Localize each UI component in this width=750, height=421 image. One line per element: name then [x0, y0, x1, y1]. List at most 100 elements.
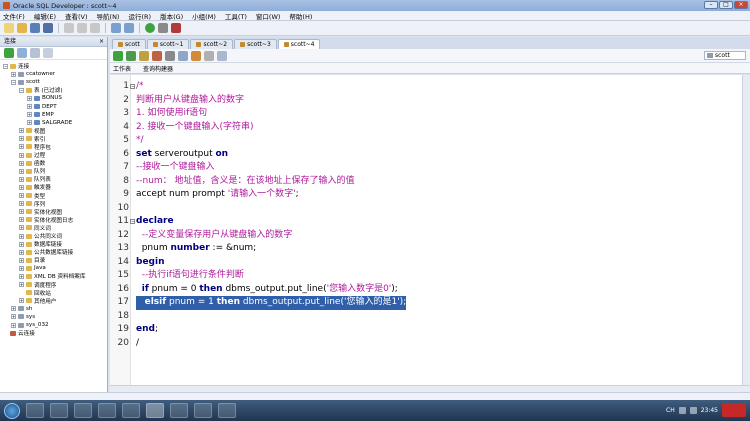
expand-toggle-icon[interactable]: − [11, 79, 16, 85]
expand-toggle-icon[interactable]: + [19, 225, 24, 231]
horizontal-scrollbar[interactable] [110, 385, 750, 392]
menu-item[interactable]: 文件(F) [3, 11, 25, 21]
expand-toggle-icon[interactable]: + [11, 314, 16, 320]
tree-node[interactable]: + 公共数据库链接 [0, 248, 107, 256]
new-file-icon[interactable] [4, 23, 14, 33]
menu-item[interactable]: 导航(N) [97, 11, 120, 21]
expand-toggle-icon[interactable]: + [11, 322, 16, 328]
paste-icon[interactable] [90, 23, 100, 33]
menu-item[interactable]: 小组(M) [192, 11, 216, 21]
tree-node[interactable]: + 同义词 [0, 224, 107, 232]
tree-node[interactable]: 回收站 [0, 289, 107, 297]
commit-icon[interactable] [139, 50, 149, 61]
expand-toggle-icon[interactable]: + [19, 209, 24, 215]
clock[interactable]: 23:45 [701, 407, 718, 414]
tree-node[interactable]: + 索引 [0, 135, 107, 143]
expand-toggle-icon[interactable]: + [11, 71, 16, 77]
refresh-icon[interactable] [17, 48, 27, 58]
vertical-scrollbar[interactable] [742, 75, 750, 385]
taskbar-app-recorder[interactable] [194, 403, 212, 418]
document-tab[interactable]: scott~2 [190, 39, 234, 49]
sql-tuning-icon[interactable] [191, 50, 201, 61]
fold-toggle-icon[interactable]: − [130, 219, 135, 224]
ime-indicator[interactable]: CH [666, 407, 675, 414]
schema-browser-icon[interactable] [43, 48, 53, 58]
tree-node[interactable]: + 调度程序 [0, 281, 107, 289]
menu-item[interactable]: 编辑(E) [34, 11, 56, 21]
menu-item[interactable]: 工具(T) [225, 11, 247, 21]
explain-plan-icon[interactable] [178, 50, 188, 61]
document-tab[interactable]: scott [112, 39, 146, 49]
expand-toggle-icon[interactable]: − [19, 87, 24, 93]
tree-node[interactable]: + EMP [0, 111, 107, 119]
menu-item[interactable]: 运行(R) [128, 11, 151, 21]
close-button[interactable]: × [734, 1, 748, 9]
document-tab[interactable]: scott~1 [146, 39, 190, 49]
tree-node[interactable]: − scott [0, 78, 107, 86]
expand-toggle-icon[interactable]: + [19, 241, 24, 247]
tree-node[interactable]: + 视图 [0, 127, 107, 135]
tree-node[interactable]: + BONUS [0, 94, 107, 102]
tree-node[interactable]: + XML DB 资料档案库 [0, 272, 107, 280]
tree-node[interactable]: + ccatowner [0, 70, 107, 78]
tree-node[interactable]: + 函数 [0, 159, 107, 167]
expand-toggle-icon[interactable]: + [27, 112, 32, 118]
expand-toggle-icon[interactable]: + [19, 217, 24, 223]
document-tab[interactable]: scott~4 [277, 39, 321, 49]
worksheet-subtab[interactable]: 查询构建器 [143, 64, 173, 73]
expand-toggle-icon[interactable]: + [19, 160, 24, 166]
tree-node[interactable]: + 数据库链接 [0, 240, 107, 248]
sql-worksheet-editor[interactable]: 1−/* 2 判断用户从键盘输入的数字 3 1. 如何使用if语句 4 2. 接收一个键盘输… [110, 75, 742, 385]
tree-node[interactable]: + 程序包 [0, 143, 107, 151]
tree-node[interactable]: 云连接 [0, 329, 107, 337]
expand-toggle-icon[interactable]: + [19, 168, 24, 174]
tree-node[interactable]: + 队列 [0, 167, 107, 175]
rollback-icon[interactable] [152, 50, 162, 61]
tree-node[interactable]: − 连接 [0, 62, 107, 70]
run-icon[interactable] [145, 23, 155, 33]
expand-toggle-icon[interactable]: + [19, 298, 24, 304]
expand-toggle-icon[interactable]: + [19, 233, 24, 239]
tree-node[interactable]: + sh [0, 305, 107, 313]
menu-item[interactable]: 窗口(W) [256, 11, 281, 21]
tree-node[interactable]: + 实体化视图 [0, 208, 107, 216]
run-statement-icon[interactable] [113, 50, 123, 61]
taskbar-app-other[interactable] [218, 403, 236, 418]
undo-icon[interactable] [111, 23, 121, 33]
start-button[interactable] [4, 402, 20, 419]
taskbar-app-presentation[interactable] [170, 403, 188, 418]
tree-node[interactable]: + 队列表 [0, 175, 107, 183]
tree-node[interactable]: + 其他用户 [0, 297, 107, 305]
fold-toggle-icon[interactable]: − [130, 84, 135, 89]
expand-toggle-icon[interactable]: + [27, 104, 32, 110]
tree-node[interactable]: + 类型 [0, 192, 107, 200]
tree-node[interactable]: + 目录 [0, 256, 107, 264]
taskbar-app-browser[interactable] [50, 403, 68, 418]
expand-toggle-icon[interactable]: + [19, 136, 24, 142]
taskbar-app-console[interactable] [122, 403, 140, 418]
tree-node[interactable]: + sys_032 [0, 321, 107, 329]
copy-icon[interactable] [77, 23, 87, 33]
debug-icon[interactable] [158, 23, 168, 33]
tree-node[interactable]: + 序列 [0, 200, 107, 208]
redo-icon[interactable] [124, 23, 134, 33]
tree-node[interactable]: + Java [0, 264, 107, 272]
close-icon[interactable]: × [99, 37, 104, 47]
document-tab[interactable]: scott~3 [234, 39, 277, 49]
save-icon[interactable] [30, 23, 40, 33]
tree-node[interactable]: + 触发器 [0, 183, 107, 191]
autotrace-icon[interactable] [165, 50, 175, 61]
expand-toggle-icon[interactable]: + [19, 144, 24, 150]
taskbar-app-player[interactable] [74, 403, 92, 418]
taskbar-app-sqldeveloper[interactable] [146, 403, 164, 418]
taskbar-app-files[interactable] [98, 403, 116, 418]
save-all-icon[interactable] [43, 23, 53, 33]
expand-toggle-icon[interactable]: + [27, 95, 32, 101]
sql-icon[interactable] [171, 23, 181, 33]
network-icon[interactable] [678, 406, 686, 414]
expand-toggle-icon[interactable]: + [19, 257, 24, 263]
volume-icon[interactable] [689, 406, 697, 414]
menu-item[interactable]: 版本(G) [160, 11, 183, 21]
expand-toggle-icon[interactable]: + [19, 273, 24, 279]
expand-toggle-icon[interactable]: + [19, 152, 24, 158]
